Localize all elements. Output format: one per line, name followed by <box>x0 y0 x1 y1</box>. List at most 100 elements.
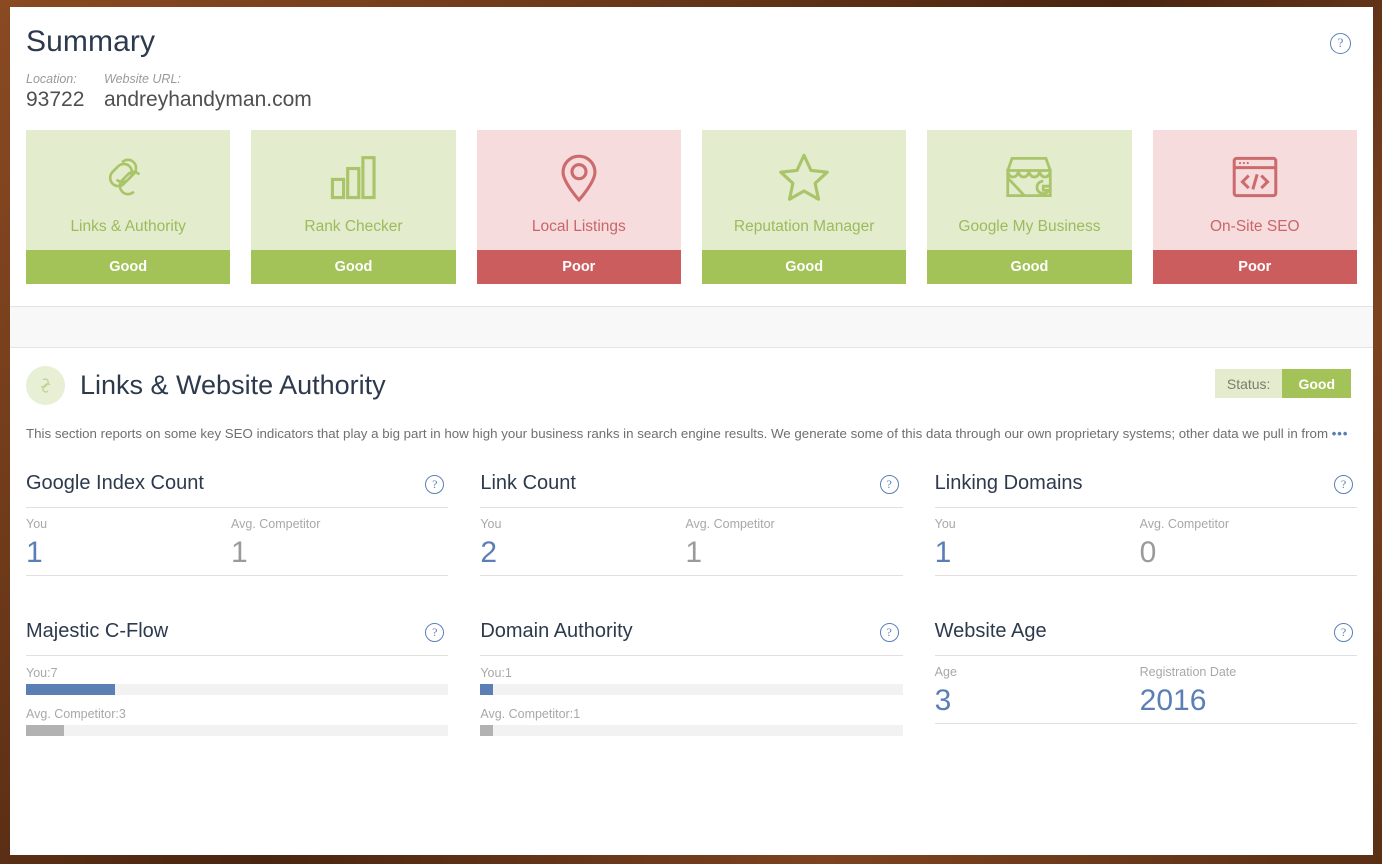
page-title: Summary <box>26 25 156 58</box>
metric-title: Domain Authority <box>480 619 633 642</box>
star-icon <box>775 146 833 208</box>
chain-link-icon <box>26 366 65 405</box>
bar-competitor-track <box>480 724 903 736</box>
bar-you-track <box>480 683 903 695</box>
metric-col2-value: 0 <box>1139 535 1157 569</box>
card-label: Rank Checker <box>304 218 403 235</box>
read-more-ellipsis[interactable]: ••• <box>1332 426 1349 441</box>
card-label: Google My Business <box>958 218 1101 235</box>
metric-col1-value: 1 <box>934 535 952 569</box>
metric-col2-value: 1 <box>685 535 703 569</box>
card-status-footer: Poor <box>1152 250 1357 284</box>
metric-col2-label: Avg. Competitor <box>1139 516 1230 531</box>
metric-help-icon[interactable]: ? <box>1334 622 1353 642</box>
metric-card-majestic-c-flow: Majestic C-Flow ? You:7 Avg. Competitor:… <box>26 610 449 758</box>
card-status-footer: Good <box>26 250 231 284</box>
metric-card-google-index-count: Google Index Count ? You Avg. Competitor… <box>26 462 449 610</box>
bar-you-fill <box>26 683 115 695</box>
summary-card-on-site-seo[interactable]: On-Site SEO Poor <box>1152 130 1357 284</box>
status-badge[interactable]: Status: Good <box>1214 369 1351 398</box>
metric-help-icon[interactable]: ? <box>425 474 445 494</box>
website-url-value: andreyhandyman.com <box>104 88 312 111</box>
metric-col2-value: 2016 <box>1139 683 1207 717</box>
metric-col1-label: You <box>934 516 956 531</box>
bar-you-label: You:7 <box>26 665 58 680</box>
metric-bottom-rule <box>934 574 1357 576</box>
summary-card-reputation-manager[interactable]: Reputation Manager Good <box>701 130 907 284</box>
metric-col2-value: 1 <box>231 535 248 569</box>
section-header: Links & Website Authority Status: Good <box>26 366 1357 405</box>
bar-competitor-fill <box>26 724 64 736</box>
section-description: This section reports on some key SEO ind… <box>26 422 1356 446</box>
meta-values: 93722 andreyhandyman.com <box>26 86 1357 112</box>
section-description-text: This section reports on some key SEO ind… <box>26 426 1329 441</box>
map-pin-icon <box>550 146 608 208</box>
section-title: Links & Website Authority <box>80 370 386 400</box>
status-label: Status: <box>1214 369 1283 398</box>
metric-col1-label: You <box>26 516 48 531</box>
card-label: On-Site SEO <box>1210 218 1300 235</box>
location-label: Location: <box>26 72 77 86</box>
card-body: Links & Authority <box>26 130 231 250</box>
metric-bar-competitor: Avg. Competitor:1 <box>480 695 903 736</box>
bar-you-label: You:1 <box>480 665 512 680</box>
report-page: Summary ? Location: Website URL: 93722 a… <box>10 7 1373 855</box>
metric-bar-you: You:1 <box>480 656 903 695</box>
metric-bar-you: You:7 <box>26 656 449 695</box>
metric-col1-value: 3 <box>934 683 952 717</box>
summary-card-local-listings[interactable]: Local Listings Poor <box>476 130 681 284</box>
card-body: Local Listings <box>476 130 681 250</box>
card-status-footer: Poor <box>476 250 681 284</box>
metric-column-headers: Age Registration Date <box>935 656 1357 679</box>
metric-values: 3 2016 <box>935 679 1357 723</box>
metric-column-headers: You Avg. Competitor <box>480 508 902 531</box>
bar-competitor-track <box>26 724 449 736</box>
metric-values: 1 1 <box>26 531 448 575</box>
metric-help-icon[interactable]: ? <box>1334 474 1353 494</box>
website-url-label: Website URL: <box>104 72 181 86</box>
metric-values: 2 1 <box>480 531 902 575</box>
window-frame: Summary ? Location: Website URL: 93722 a… <box>0 0 1382 864</box>
metric-col1-label: Age <box>934 664 957 679</box>
chain-link-icon <box>99 146 157 208</box>
section-divider-band <box>10 306 1373 348</box>
summary-card-google-my-business[interactable]: Google My Business Good <box>927 130 1132 284</box>
meta-labels: Location: Website URL: <box>26 72 1357 86</box>
summary-section: Summary ? Location: Website URL: 93722 a… <box>10 7 1373 306</box>
metric-col2-label: Avg. Competitor <box>685 516 775 531</box>
bar-you-track <box>26 683 449 695</box>
metric-title: Link Count <box>480 471 576 494</box>
metric-help-icon[interactable]: ? <box>425 622 445 642</box>
status-value: Good <box>1282 369 1351 398</box>
bar-competitor-label: Avg. Competitor:3 <box>26 706 126 721</box>
location-value: 93722 <box>26 88 85 111</box>
card-body: Rank Checker <box>251 130 456 250</box>
bar-competitor-fill <box>480 724 493 736</box>
card-status-footer: Good <box>701 250 907 284</box>
metric-col2-label: Registration Date <box>1139 664 1237 679</box>
card-label: Local Listings <box>531 218 626 235</box>
metric-grid: Google Index Count ? You Avg. Competitor… <box>26 462 1357 758</box>
metric-bottom-rule <box>480 574 903 576</box>
metric-bottom-rule <box>934 722 1357 724</box>
links-authority-section: Links & Website Authority Status: Good T… <box>10 348 1373 758</box>
card-label: Links & Authority <box>70 218 186 235</box>
metric-title: Linking Domains <box>934 471 1083 494</box>
metric-card-website-age: Website Age ? Age Registration Date 3 20… <box>934 610 1357 758</box>
metric-title: Website Age <box>934 619 1047 642</box>
metric-values: 1 0 <box>935 531 1357 575</box>
card-status-footer: Good <box>927 250 1132 284</box>
metric-col2-label: Avg. Competitor <box>231 516 321 531</box>
summary-card-rank-checker[interactable]: Rank Checker Good <box>251 130 456 284</box>
summary-help-icon[interactable]: ? <box>1330 33 1351 54</box>
card-body: Google My Business <box>927 130 1132 250</box>
card-status-footer: Good <box>251 250 456 284</box>
summary-card-links-authority[interactable]: Links & Authority Good <box>26 130 231 284</box>
metric-help-icon[interactable]: ? <box>879 622 899 642</box>
card-body: Reputation Manager <box>701 130 907 250</box>
card-body: On-Site SEO <box>1152 130 1357 250</box>
metric-column-headers: You Avg. Competitor <box>26 508 448 531</box>
card-label: Reputation Manager <box>733 218 875 235</box>
metric-help-icon[interactable]: ? <box>879 474 899 494</box>
bar-competitor-label: Avg. Competitor:1 <box>480 706 581 721</box>
